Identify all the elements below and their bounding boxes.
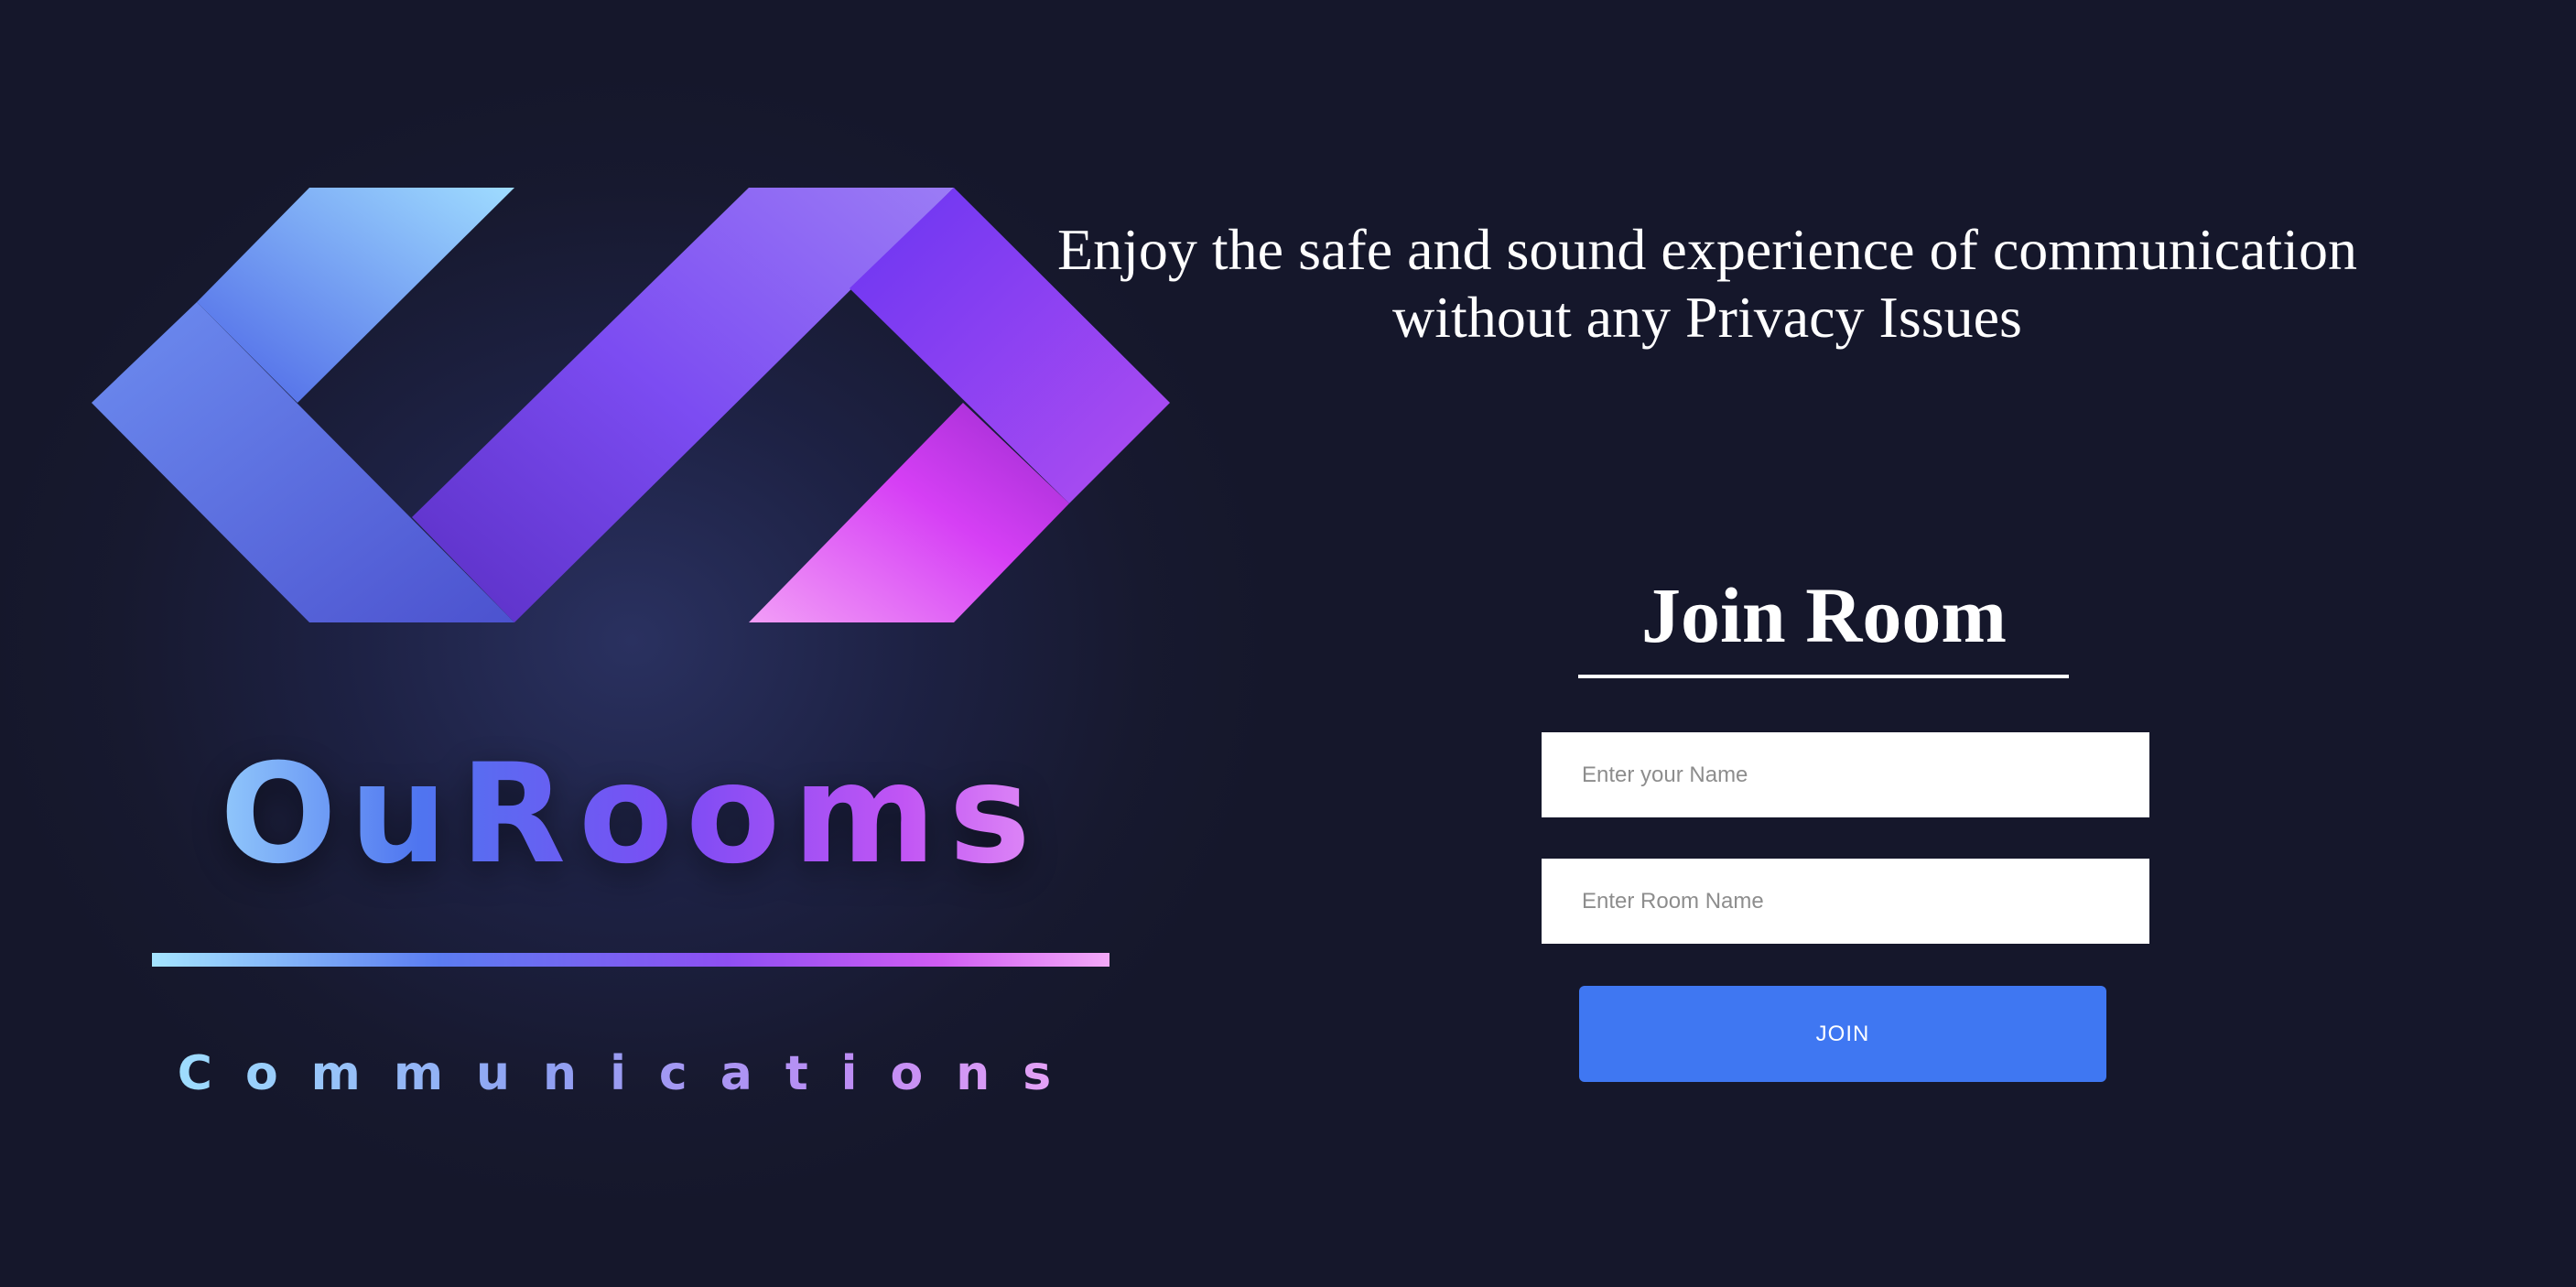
tagline: Enjoy the safe and sound experience of c… (1016, 216, 2398, 351)
brand-divider (152, 953, 1109, 967)
join-room-title: Join Room (1641, 571, 2007, 659)
join-button[interactable]: JOIN (1579, 986, 2106, 1082)
tagline-line-2: without any Privacy Issues (1392, 285, 2022, 350)
tagline-line-1: Enjoy the safe and sound experience of c… (1057, 217, 2357, 282)
room-name-input[interactable] (1542, 859, 2149, 944)
brand-panel: OuRooms Communications (0, 0, 1300, 1287)
name-input[interactable] (1542, 732, 2149, 817)
join-room-title-underline (1578, 675, 2069, 678)
brand-name: OuRooms (146, 732, 1117, 897)
brand-subtitle: Communications (152, 1042, 1109, 1106)
landing-page: OuRooms Communications Enjoy the safe an… (0, 0, 2576, 1287)
